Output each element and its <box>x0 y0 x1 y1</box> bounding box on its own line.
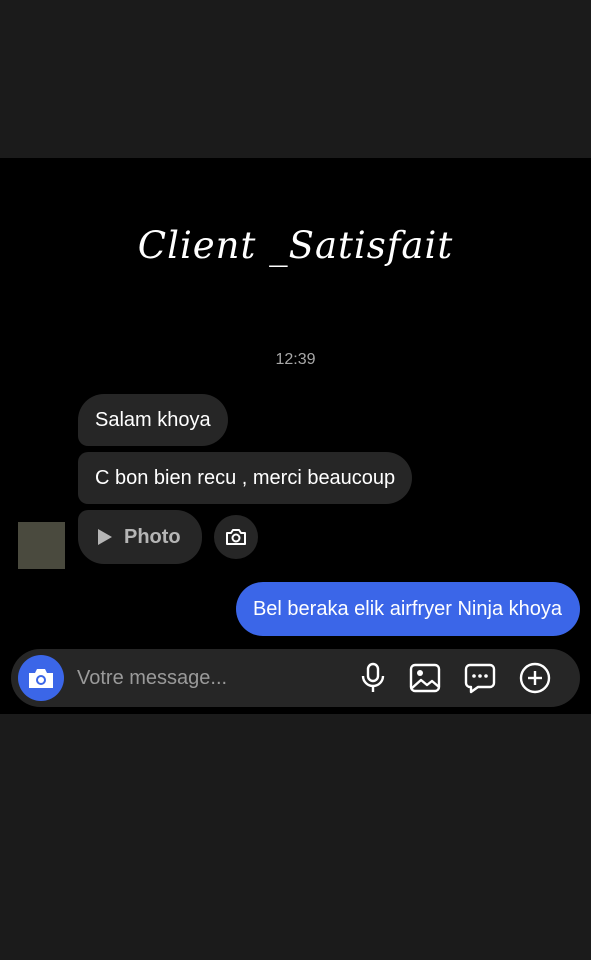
composer-camera-button[interactable] <box>18 655 64 701</box>
chat-bubble-icon <box>464 663 496 694</box>
message-timestamp: 12:39 <box>275 351 316 368</box>
sent-message-bubble[interactable]: Bel beraka elik airfryer Ninja khoya <box>235 582 580 636</box>
overlay-caption: Client _Satisfait <box>137 224 454 267</box>
more-options-button[interactable] <box>518 661 552 695</box>
gallery-button[interactable] <box>408 661 442 695</box>
microphone-button[interactable] <box>356 661 390 695</box>
reply-camera-button[interactable] <box>214 515 258 559</box>
microphone-icon <box>361 662 385 692</box>
camera-icon <box>29 669 53 688</box>
top-frame-band <box>0 0 591 158</box>
message-input[interactable] <box>77 649 337 707</box>
contact-avatar[interactable] <box>18 522 65 569</box>
photo-attachment-bubble[interactable]: Photo <box>78 510 202 564</box>
screenshot-frame: Client _Satisfait 12:39 Salam khoya C bo… <box>0 0 591 960</box>
sticker-button[interactable] <box>463 661 497 695</box>
image-icon <box>409 663 441 693</box>
bottom-frame-band <box>0 714 591 960</box>
camera-icon <box>226 529 246 545</box>
received-message-bubble[interactable]: C bon bien recu , merci beaucoup <box>78 452 413 504</box>
message-composer <box>11 649 580 707</box>
photo-attachment-label: Photo <box>124 526 181 548</box>
plus-circle-icon <box>519 662 551 694</box>
play-icon <box>98 529 112 545</box>
received-message-bubble[interactable]: Salam khoya <box>78 394 228 446</box>
